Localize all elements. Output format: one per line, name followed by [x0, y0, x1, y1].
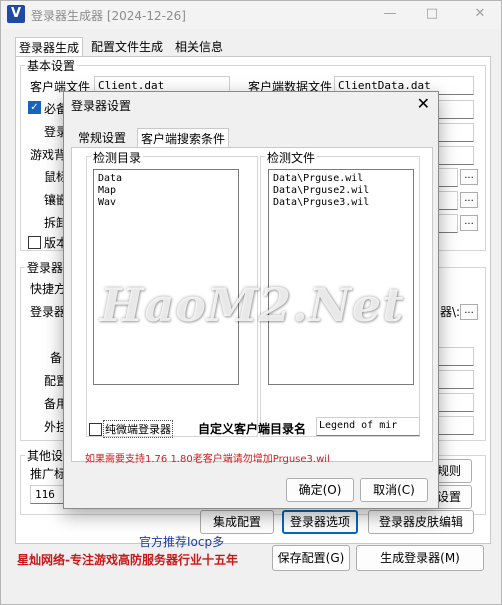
custom-dir-label: 自定义客户端目录名 — [198, 422, 307, 436]
dialog-warning-note: 如果需要支持1.76 1.80老客户端请勿增加Prguse3.wil — [85, 454, 330, 465]
backup-label: 备 — [50, 351, 63, 365]
pure-micro-label: 纯微端登录器 — [103, 420, 173, 438]
tab-config-gen[interactable]: 配置文件生成 — [91, 37, 163, 57]
promo-label: 推广标 — [30, 467, 67, 481]
minimize-button[interactable]: — — [379, 5, 401, 23]
list-item[interactable]: Wav — [94, 197, 238, 209]
generate-launcher-button[interactable]: 生成登录器(M) — [356, 545, 484, 571]
list-item[interactable]: Data\Prguse2.wil — [269, 185, 413, 197]
launcher-field-4[interactable] — [438, 416, 474, 435]
mouse-field[interactable] — [438, 168, 458, 187]
tab-launcher-gen[interactable]: 登录器生成 — [15, 37, 84, 57]
launcher-options-button[interactable]: 登录器选项 — [282, 510, 358, 534]
maximize-button[interactable]: □ — [421, 5, 443, 23]
pure-micro-checkbox[interactable] — [89, 423, 102, 436]
shortcut-label: 快捷方 — [30, 282, 67, 296]
inlay-field[interactable] — [438, 191, 458, 210]
basic-settings-label: 基本设置 — [25, 57, 78, 74]
basic-field-2[interactable] — [438, 123, 474, 142]
launcher-path-tail: 器\: — [440, 305, 461, 319]
recommend-link[interactable]: 官方推荐Iocp多 — [139, 533, 224, 550]
launcher-browse-button[interactable]: ... — [460, 304, 478, 320]
launcher-group-label: 登录器 — [25, 259, 66, 276]
launcher-name-label: 登录器 — [30, 305, 67, 319]
detect-file-list[interactable]: Data\Prguse.wil Data\Prguse2.wil Data\Pr… — [268, 169, 414, 385]
list-item[interactable]: Data\Prguse3.wil — [269, 197, 413, 209]
custom-dir-value: Legend of mir — [319, 420, 398, 431]
version-checkbox[interactable] — [28, 236, 41, 249]
list-item[interactable]: Data — [94, 173, 238, 185]
company-slogan: 星灿网络-专注游戏高防服务器行业十五年 — [17, 553, 238, 567]
launcher-field-3[interactable] — [438, 393, 474, 412]
detect-dir-list[interactable]: Data Map Wav — [93, 169, 239, 385]
dialog-title: 登录器设置 — [71, 99, 132, 113]
launcher-field-2[interactable] — [438, 370, 474, 389]
dialog-close-icon[interactable]: ✕ — [417, 94, 430, 113]
mouse-browse-button[interactable]: ... — [460, 169, 478, 185]
tab-search-conditions[interactable]: 客户端搜索条件 — [137, 128, 230, 148]
dialog-ok-button[interactable]: 确定(O) — [286, 478, 354, 502]
skin-editor-button[interactable]: 登录器皮肤编辑 — [368, 510, 474, 534]
watermark: HaoM2.Net — [100, 278, 405, 332]
detect-dir-label: 检测目录 — [91, 149, 144, 166]
required-checkbox[interactable]: ✓ — [28, 101, 41, 114]
app-logo-icon: V — [7, 5, 25, 23]
remove-field[interactable] — [438, 214, 458, 233]
integrate-config-button[interactable]: 集成配置 — [200, 510, 274, 534]
tab-general-settings[interactable]: 常规设置 — [78, 128, 126, 148]
list-item[interactable]: Map — [94, 185, 238, 197]
custom-dir-field[interactable]: Legend of mir — [316, 417, 420, 436]
detect-file-label: 检测文件 — [265, 149, 318, 166]
launcher-field-1[interactable] — [438, 347, 474, 366]
promo-value: 116 — [35, 488, 55, 501]
window-title: 登录器生成器 [2024-12-26] — [31, 9, 186, 23]
list-item[interactable]: Data\Prguse.wil — [269, 173, 413, 185]
inlay-browse-button[interactable]: ... — [460, 192, 478, 208]
remove-browse-button[interactable]: ... — [460, 215, 478, 231]
game-bg-label: 游戏背 — [30, 148, 67, 162]
dialog-cancel-button[interactable]: 取消(C) — [360, 478, 428, 502]
tab-info[interactable]: 相关信息 — [175, 37, 223, 57]
title-bar[interactable]: V 登录器生成器 [2024-12-26] — □ ✕ — [1, 1, 501, 29]
close-button[interactable]: ✕ — [469, 5, 491, 23]
other-group-label: 其他设 — [25, 447, 66, 464]
basic-field-1[interactable] — [438, 100, 474, 119]
basic-field-3[interactable] — [438, 146, 474, 165]
save-config-button[interactable]: 保存配置(G) — [272, 545, 350, 571]
